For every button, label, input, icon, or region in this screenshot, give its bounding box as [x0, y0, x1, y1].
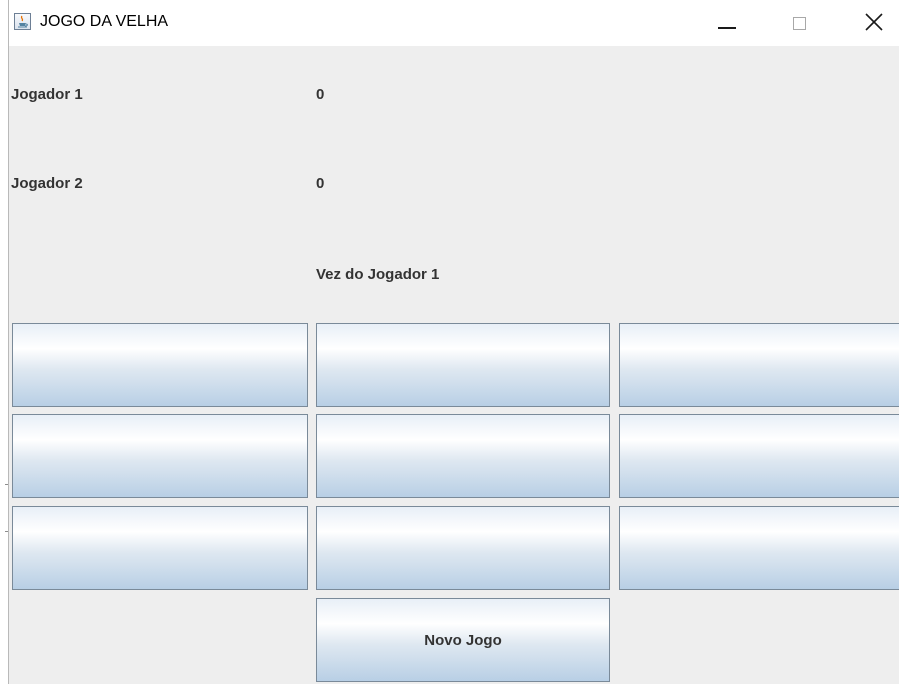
- player1-label: Jogador 1: [11, 86, 83, 103]
- board-cell-3-1[interactable]: [12, 506, 308, 590]
- title-bar[interactable]: JOGO DA VELHA: [9, 0, 899, 46]
- board-cell-1-2[interactable]: [316, 323, 610, 407]
- board-cell-1-1[interactable]: [12, 323, 308, 407]
- window-title: JOGO DA VELHA: [40, 13, 169, 30]
- player2-label: Jogador 2: [11, 175, 83, 192]
- java-icon: [14, 13, 31, 30]
- player1-score: 0: [316, 86, 325, 103]
- board-cell-3-2[interactable]: [316, 506, 610, 590]
- player2-score: 0: [316, 175, 325, 192]
- board-cell-2-3[interactable]: [619, 414, 899, 498]
- minimize-button[interactable]: [704, 0, 750, 46]
- close-icon: [865, 13, 883, 36]
- edge-tick: [5, 484, 8, 485]
- turn-status: Vez do Jogador 1: [316, 266, 440, 283]
- minimize-icon: [718, 27, 736, 29]
- board-cell-2-1[interactable]: [12, 414, 308, 498]
- edge-tick: [5, 531, 8, 532]
- maximize-icon: [793, 17, 806, 30]
- board-cell-2-2[interactable]: [316, 414, 610, 498]
- game-panel: Jogador 1 0 Jogador 2 0 Vez do Jogador 1…: [9, 46, 899, 684]
- new-game-button[interactable]: Novo Jogo: [316, 598, 610, 682]
- board-cell-1-3[interactable]: [619, 323, 899, 407]
- maximize-button[interactable]: [777, 0, 823, 46]
- game-window: JOGO DA VELHA Jogador 1 0 Jogador 2 0 Ve…: [0, 0, 899, 684]
- close-button[interactable]: [851, 0, 897, 46]
- board-cell-3-3[interactable]: [619, 506, 899, 590]
